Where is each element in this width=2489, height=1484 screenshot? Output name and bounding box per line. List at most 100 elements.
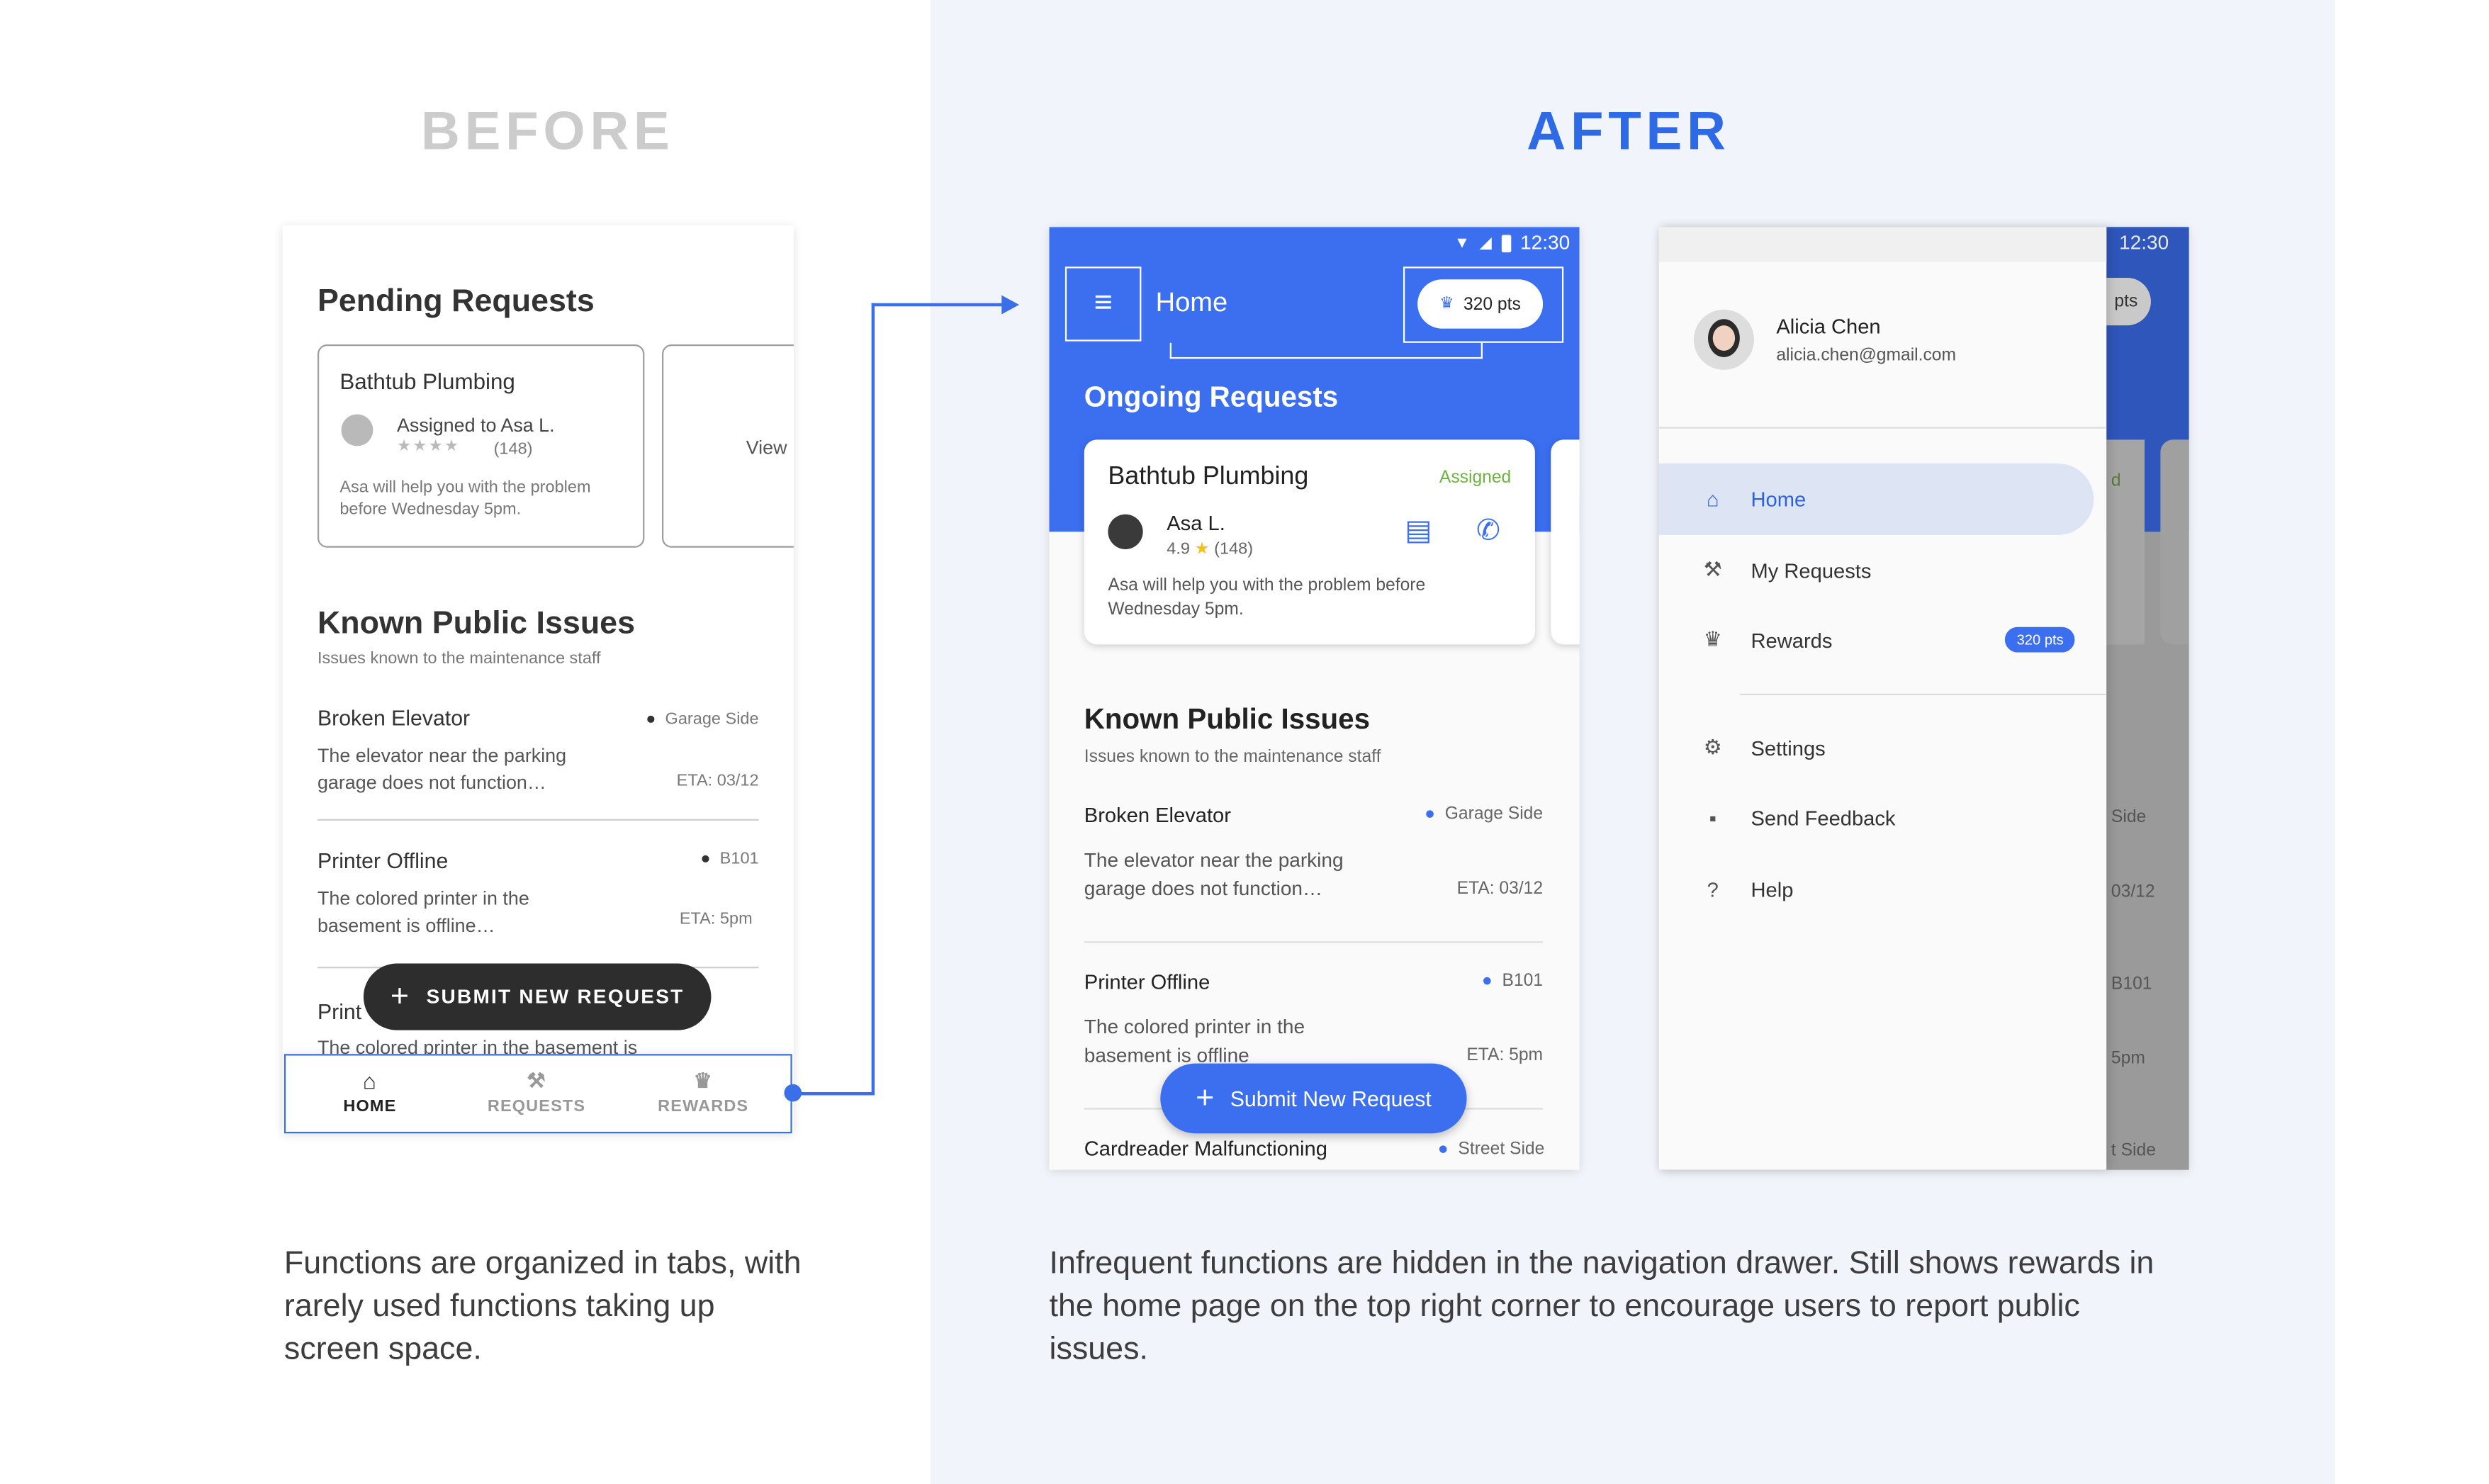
- drawer-item-home[interactable]: ⌂ Home: [1659, 463, 2107, 534]
- public-issues-title: Known Public Issues: [1084, 703, 1371, 736]
- issue-title: Broken Elevator: [317, 706, 471, 731]
- issue-location: ● Street Side: [1438, 1140, 1545, 1159]
- issue-location-label: B101: [1502, 971, 1544, 991]
- scrim-text: 5pm: [2111, 1049, 2145, 1069]
- battery-icon: [1501, 234, 1511, 252]
- public-issues-title: Known Public Issues: [317, 606, 636, 641]
- scrim-text: 03/12: [2111, 882, 2155, 902]
- card-description: Asa will help you with the problem befor…: [1108, 576, 1426, 619]
- status-bar: ▼ ◢ 12:30: [1454, 232, 1570, 254]
- issue-description: The elevator near the parking garage doe…: [1084, 849, 1344, 900]
- issue-title: Broken Elevator: [1084, 803, 1231, 827]
- wifi-icon: ▼: [1454, 234, 1471, 252]
- gear-icon: ⚙: [1703, 735, 1722, 759]
- avatar: [341, 414, 373, 446]
- location-pin-icon: ●: [1425, 804, 1436, 824]
- after-phone: ▼ ◢ 12:30 ≡ Home ♛ 320 pts Ongoing Reque…: [1049, 227, 1580, 1170]
- card-reviews: (148): [493, 439, 533, 459]
- message-icon[interactable]: ▤: [1405, 515, 1432, 548]
- tab-label: REWARDS: [658, 1096, 749, 1116]
- tab-rewards[interactable]: ♛ REWARDS: [624, 1055, 782, 1132]
- drawer-item-rewards[interactable]: ♛ Rewards 320 pts: [1659, 605, 2107, 675]
- divider: [1084, 941, 1544, 943]
- drawer-item-label: My Requests: [1751, 558, 1872, 582]
- points-label: 320 pts: [1463, 294, 1521, 314]
- drawer-item-label: Rewards: [1751, 627, 1833, 652]
- drawer-item-help[interactable]: ? Help: [1659, 854, 2107, 924]
- issue-location: ● Garage Side: [646, 709, 758, 729]
- public-issues-subtitle: Issues known to the maintenance staff: [317, 649, 601, 668]
- ongoing-requests-title: Ongoing Requests: [1084, 381, 1339, 413]
- scrim-text: t Side: [2111, 1141, 2156, 1161]
- after-caption: Infrequent functions are hidden in the n…: [1049, 1246, 2154, 1367]
- issue-location: ● Garage Side: [1425, 805, 1543, 824]
- drawer-item-label: Help: [1751, 877, 1794, 901]
- status-badge: Assigned: [1439, 468, 1512, 488]
- divider: [317, 819, 759, 821]
- tab-requests[interactable]: ⚒ REQUESTS: [457, 1055, 616, 1132]
- navigation-drawer: Alicia Chen alicia.chen@gmail.com: [1658, 227, 2107, 1170]
- avatar: [1108, 514, 1143, 549]
- tools-icon: ⚒: [527, 1068, 546, 1092]
- scrim-text: d: [2111, 471, 2121, 491]
- phone-icon[interactable]: ✆: [1476, 515, 1500, 548]
- view-card[interactable]: View: [661, 344, 794, 548]
- pending-request-card[interactable]: Bathtub Plumbing Assigned to Asa L. ★★★★…: [317, 344, 645, 548]
- scrim-card: [2160, 439, 2189, 645]
- bottom-navigation: ⌂ HOME ⚒ REQUESTS ♛ REWARDS: [283, 1054, 792, 1134]
- card-title: Bathtub Plumbing: [1108, 463, 1309, 491]
- hamburger-icon: ≡: [1094, 286, 1113, 321]
- ongoing-request-card[interactable]: Bathtub Plumbing Assigned Asa L. 4.9 ★ (…: [1084, 439, 1535, 645]
- drawer-status-strip: [1658, 227, 2107, 262]
- issue-eta: ETA: 03/12: [1456, 879, 1544, 899]
- issue-title: Printer Offline: [317, 849, 449, 873]
- issue-eta: ETA: 5pm: [1466, 1046, 1544, 1065]
- home-icon: ⌂: [362, 1068, 377, 1094]
- header-bracket: [1169, 342, 1483, 359]
- connector-line: [871, 303, 1005, 306]
- trophy-icon: ♛: [1439, 295, 1454, 313]
- points-chip[interactable]: ♛ 320 pts: [1417, 279, 1544, 329]
- scrim-pts: pts: [2114, 292, 2138, 312]
- points-badge: 320 pts: [2005, 626, 2075, 653]
- menu-button[interactable]: ≡: [1064, 266, 1142, 342]
- issue-location: ● B101: [700, 849, 758, 868]
- fab-label: SUBMIT NEW REQUEST: [426, 985, 685, 1008]
- drawer-item-label: Settings: [1751, 736, 1826, 760]
- connector-line: [871, 303, 875, 1094]
- scrim-text: Side: [2111, 808, 2147, 827]
- next-card-peek[interactable]: [1551, 439, 1580, 645]
- user-name: Alicia Chen: [1776, 314, 1881, 339]
- location-pin-icon: ●: [1481, 971, 1493, 991]
- list-item[interactable]: Printer Offline ● B101 The colored print…: [317, 836, 759, 936]
- connector-dot: [784, 1084, 802, 1102]
- arrow-head-icon: [1001, 295, 1019, 315]
- feedback-icon: ▪: [1709, 805, 1717, 830]
- drawer-item-settings[interactable]: ⚙ Settings: [1659, 713, 2107, 783]
- avatar: [1693, 309, 1754, 370]
- rating-stars: ★★★★: [396, 438, 461, 456]
- plus-icon: +: [1196, 1080, 1215, 1115]
- list-item[interactable]: Broken Elevator ● Garage Side The elevat…: [1084, 799, 1543, 918]
- location-pin-icon: ●: [700, 849, 711, 869]
- drawer-item-send-feedback[interactable]: ▪ Send Feedback: [1659, 782, 2107, 853]
- issue-location: ● B101: [1482, 972, 1543, 991]
- card-title: Bathtub Plumbing: [339, 368, 515, 394]
- drawer-item-label: Send Feedback: [1751, 805, 1896, 830]
- issue-location-label: Garage Side: [665, 709, 759, 729]
- submit-new-request-button[interactable]: + Submit New Request: [1160, 1063, 1467, 1134]
- pending-requests-title: Pending Requests: [317, 283, 595, 320]
- issue-description: The colored printer in the basement is o…: [1084, 1016, 1305, 1067]
- scrim-card: [2106, 439, 2145, 645]
- location-pin-icon: ●: [1437, 1140, 1449, 1159]
- scrim-text: B101: [2111, 974, 2152, 994]
- card-assignee: Assigned to Asa L.: [396, 414, 555, 437]
- submit-new-request-button[interactable]: + SUBMIT NEW REQUEST: [363, 963, 712, 1030]
- tab-home[interactable]: ⌂ HOME: [291, 1055, 449, 1132]
- tab-label: HOME: [343, 1096, 397, 1116]
- drawer-item-my-requests[interactable]: ⚒ My Requests: [1659, 535, 2107, 605]
- list-item[interactable]: Broken Elevator ● Garage Side The elevat…: [317, 694, 759, 794]
- issue-title: Cardreader Malfunctioning: [1084, 1136, 1327, 1161]
- tools-icon: ⚒: [1703, 557, 1722, 581]
- issue-eta: ETA: 5pm: [679, 909, 753, 929]
